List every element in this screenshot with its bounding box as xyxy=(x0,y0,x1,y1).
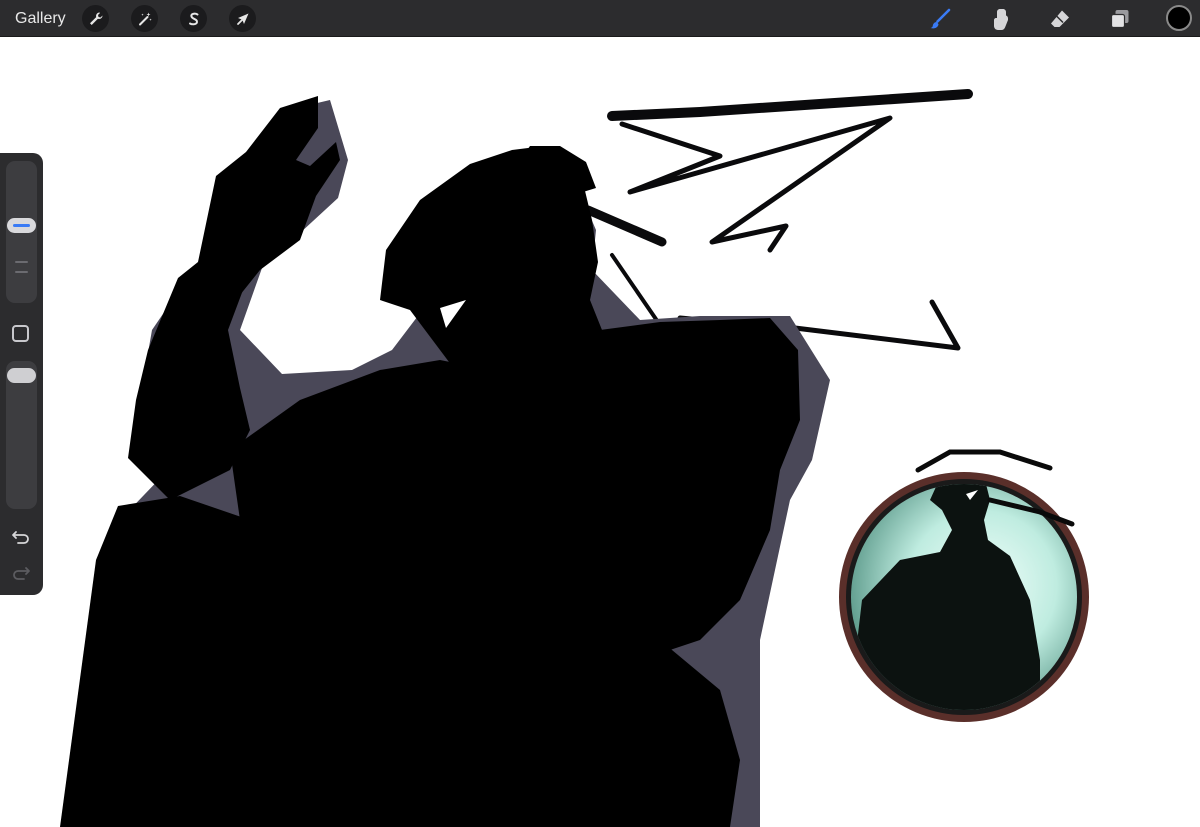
headband-streamers xyxy=(583,89,973,351)
eraser-tool-button[interactable] xyxy=(1046,5,1074,33)
layers-button[interactable] xyxy=(1106,5,1134,33)
slider-tick xyxy=(15,271,28,273)
transform-button[interactable] xyxy=(229,5,256,32)
brush-icon xyxy=(928,7,952,31)
gallery-button[interactable]: Gallery xyxy=(15,9,66,29)
wrench-icon xyxy=(88,11,104,27)
adjustments-button[interactable] xyxy=(131,5,158,32)
actions-button[interactable] xyxy=(82,5,109,32)
character-emblem xyxy=(839,449,1089,722)
paint-tool-button[interactable] xyxy=(926,5,954,33)
arrow-cursor-icon xyxy=(235,11,251,27)
slider-tick xyxy=(15,261,28,263)
left-sidebar xyxy=(0,153,43,595)
redo-icon xyxy=(11,564,31,582)
smudge-icon xyxy=(988,7,1012,31)
undo-icon xyxy=(11,528,31,546)
redo-button[interactable] xyxy=(9,563,33,583)
artwork-silhouette-illustration xyxy=(60,89,1089,827)
color-swatch-button[interactable] xyxy=(1166,5,1192,31)
brush-size-slider[interactable] xyxy=(6,161,37,303)
selection-s-icon xyxy=(186,11,202,27)
drawing-canvas[interactable] xyxy=(0,37,1200,827)
eraser-icon xyxy=(1048,7,1072,31)
modify-square-icon[interactable] xyxy=(12,325,29,342)
selection-button[interactable] xyxy=(180,5,207,32)
undo-button[interactable] xyxy=(9,527,33,547)
brush-opacity-handle[interactable] xyxy=(7,368,36,383)
smudge-tool-button[interactable] xyxy=(986,5,1014,33)
brush-size-handle[interactable] xyxy=(7,218,36,233)
figure-silhouette xyxy=(60,96,800,827)
brush-opacity-slider[interactable] xyxy=(6,361,37,509)
layers-icon xyxy=(1108,7,1132,31)
top-toolbar: Gallery xyxy=(0,0,1200,37)
magic-wand-icon xyxy=(137,11,153,27)
